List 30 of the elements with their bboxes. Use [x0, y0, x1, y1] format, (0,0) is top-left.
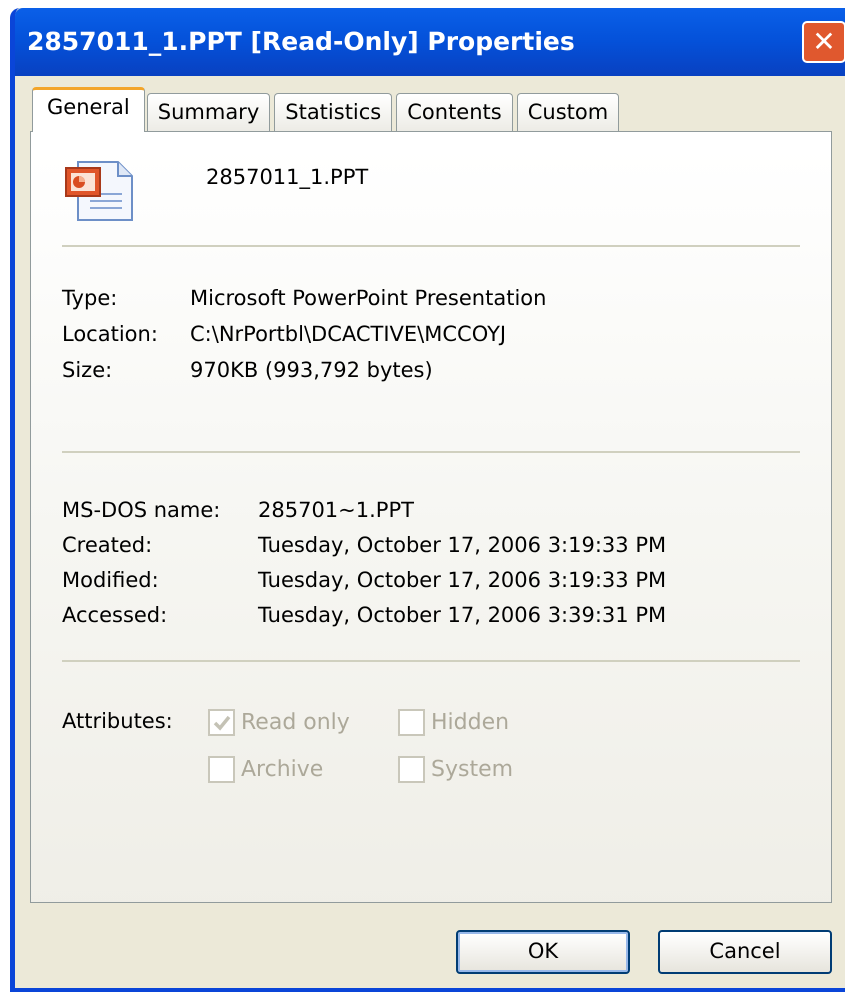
checkbox-label: Hidden [431, 709, 510, 737]
checkbox-label: System [431, 756, 514, 784]
property-label: MS-DOS name: [62, 497, 222, 524]
property-value: Tuesday, October 17, 2006 3:19:33 PM [258, 567, 666, 594]
property-value: Microsoft PowerPoint Presentation [190, 285, 546, 312]
window-title: 2857011_1.PPT [Read-Only] Properties [27, 26, 575, 58]
checkbox-label: Archive [241, 756, 324, 784]
checkbox-label: Read only [241, 709, 350, 737]
property-label: Modified: [62, 567, 160, 594]
close-button[interactable]: ✕ [802, 21, 845, 63]
dialog-button[interactable]: OK [456, 930, 630, 974]
attributes-label: Attributes: [62, 708, 174, 735]
property-value: C:\NrPortbl\DCACTIVE\MCCOYJ [190, 321, 506, 348]
tab[interactable]: Statistics [274, 93, 392, 131]
dialog-button[interactable]: Cancel [658, 930, 832, 974]
property-label: Created: [62, 532, 154, 560]
tab[interactable]: Custom [516, 93, 620, 131]
tab[interactable]: Contents [396, 93, 513, 131]
tab[interactable]: Summary [146, 93, 270, 131]
check-icon [212, 714, 232, 732]
property-label: Accessed: [62, 602, 168, 630]
property-value: 285701~1.PPT [258, 497, 414, 524]
file-name: 2857011_1.PPT [206, 164, 368, 191]
tab[interactable]: General [32, 87, 145, 132]
property-value: 970KB (993,792 bytes) [190, 357, 433, 384]
property-label: Type: [62, 285, 118, 312]
property-label: Location: [62, 321, 159, 348]
property-label: Size: [62, 357, 114, 384]
property-value: Tuesday, October 17, 2006 3:19:33 PM [258, 532, 666, 560]
property-value: Tuesday, October 17, 2006 3:39:31 PM [258, 602, 666, 630]
